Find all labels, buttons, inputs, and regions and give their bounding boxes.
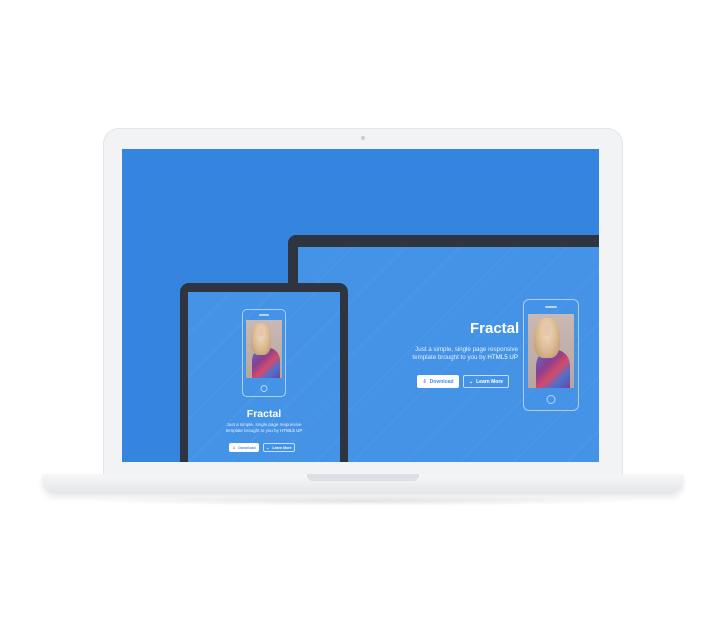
tablet-learn-more-label: Learn More xyxy=(272,445,292,450)
tablet-mockup: Fractal Just a simple, single page respo… xyxy=(180,283,348,462)
download-icon: ⇩ xyxy=(232,445,236,450)
laptop-mockup-stage: Fractal Just a simple, single page respo… xyxy=(0,0,726,642)
desktop-site-title: Fractal xyxy=(470,320,520,337)
tablet-download-label: Download xyxy=(238,445,256,450)
tablet-tagline-line2: template brought to you by xyxy=(225,428,281,434)
laptop-shadow xyxy=(80,496,646,506)
desktop-phone-outline xyxy=(523,299,579,411)
desktop-download-label: Download xyxy=(429,378,454,385)
tablet-banner: Fractal Just a simple, single page respo… xyxy=(188,292,340,462)
laptop-screen: Fractal Just a simple, single page respo… xyxy=(122,149,599,462)
download-icon: ⇩ xyxy=(422,378,427,385)
phone-home-button xyxy=(260,385,268,392)
desktop-phone-photo xyxy=(528,314,574,388)
desktop-learn-more-button[interactable]: ⌄ Learn More xyxy=(463,375,509,388)
desktop-site-tagline: Just a simple, single page responsive te… xyxy=(396,346,518,363)
photo-face xyxy=(257,328,264,337)
phone-speaker xyxy=(259,314,269,316)
laptop-opening-notch xyxy=(307,474,419,481)
desktop-learn-more-label: Learn More xyxy=(476,378,504,385)
tablet-tagline-line1: Just a simple, single page responsive xyxy=(226,422,302,427)
photo-face xyxy=(542,324,551,336)
tablet-site-tagline: Just a simple, single page responsive te… xyxy=(192,422,336,434)
laptop-camera xyxy=(361,136,365,140)
desktop-tagline-line1: Just a simple, single page responsive xyxy=(415,346,518,353)
phone-speaker xyxy=(545,306,557,308)
desktop-tagline-link[interactable]: HTML5 UP xyxy=(487,354,518,361)
tablet-learn-more-button[interactable]: ⌄ Learn More xyxy=(263,443,295,452)
chevron-down-icon: ⌄ xyxy=(266,445,270,450)
desktop-tagline-line2: template brought to you by xyxy=(412,354,488,362)
phone-home-button xyxy=(546,395,556,404)
tablet-phone-outline xyxy=(242,309,286,397)
desktop-download-button[interactable]: ⇩ Download xyxy=(417,375,459,388)
tablet-site-title: Fractal xyxy=(246,408,282,420)
tablet-download-button[interactable]: ⇩ Download xyxy=(229,443,259,452)
chevron-down-icon: ⌄ xyxy=(468,378,474,385)
tablet-phone-photo xyxy=(246,320,282,378)
tablet-tagline-link[interactable]: HTML5 UP xyxy=(280,428,302,433)
